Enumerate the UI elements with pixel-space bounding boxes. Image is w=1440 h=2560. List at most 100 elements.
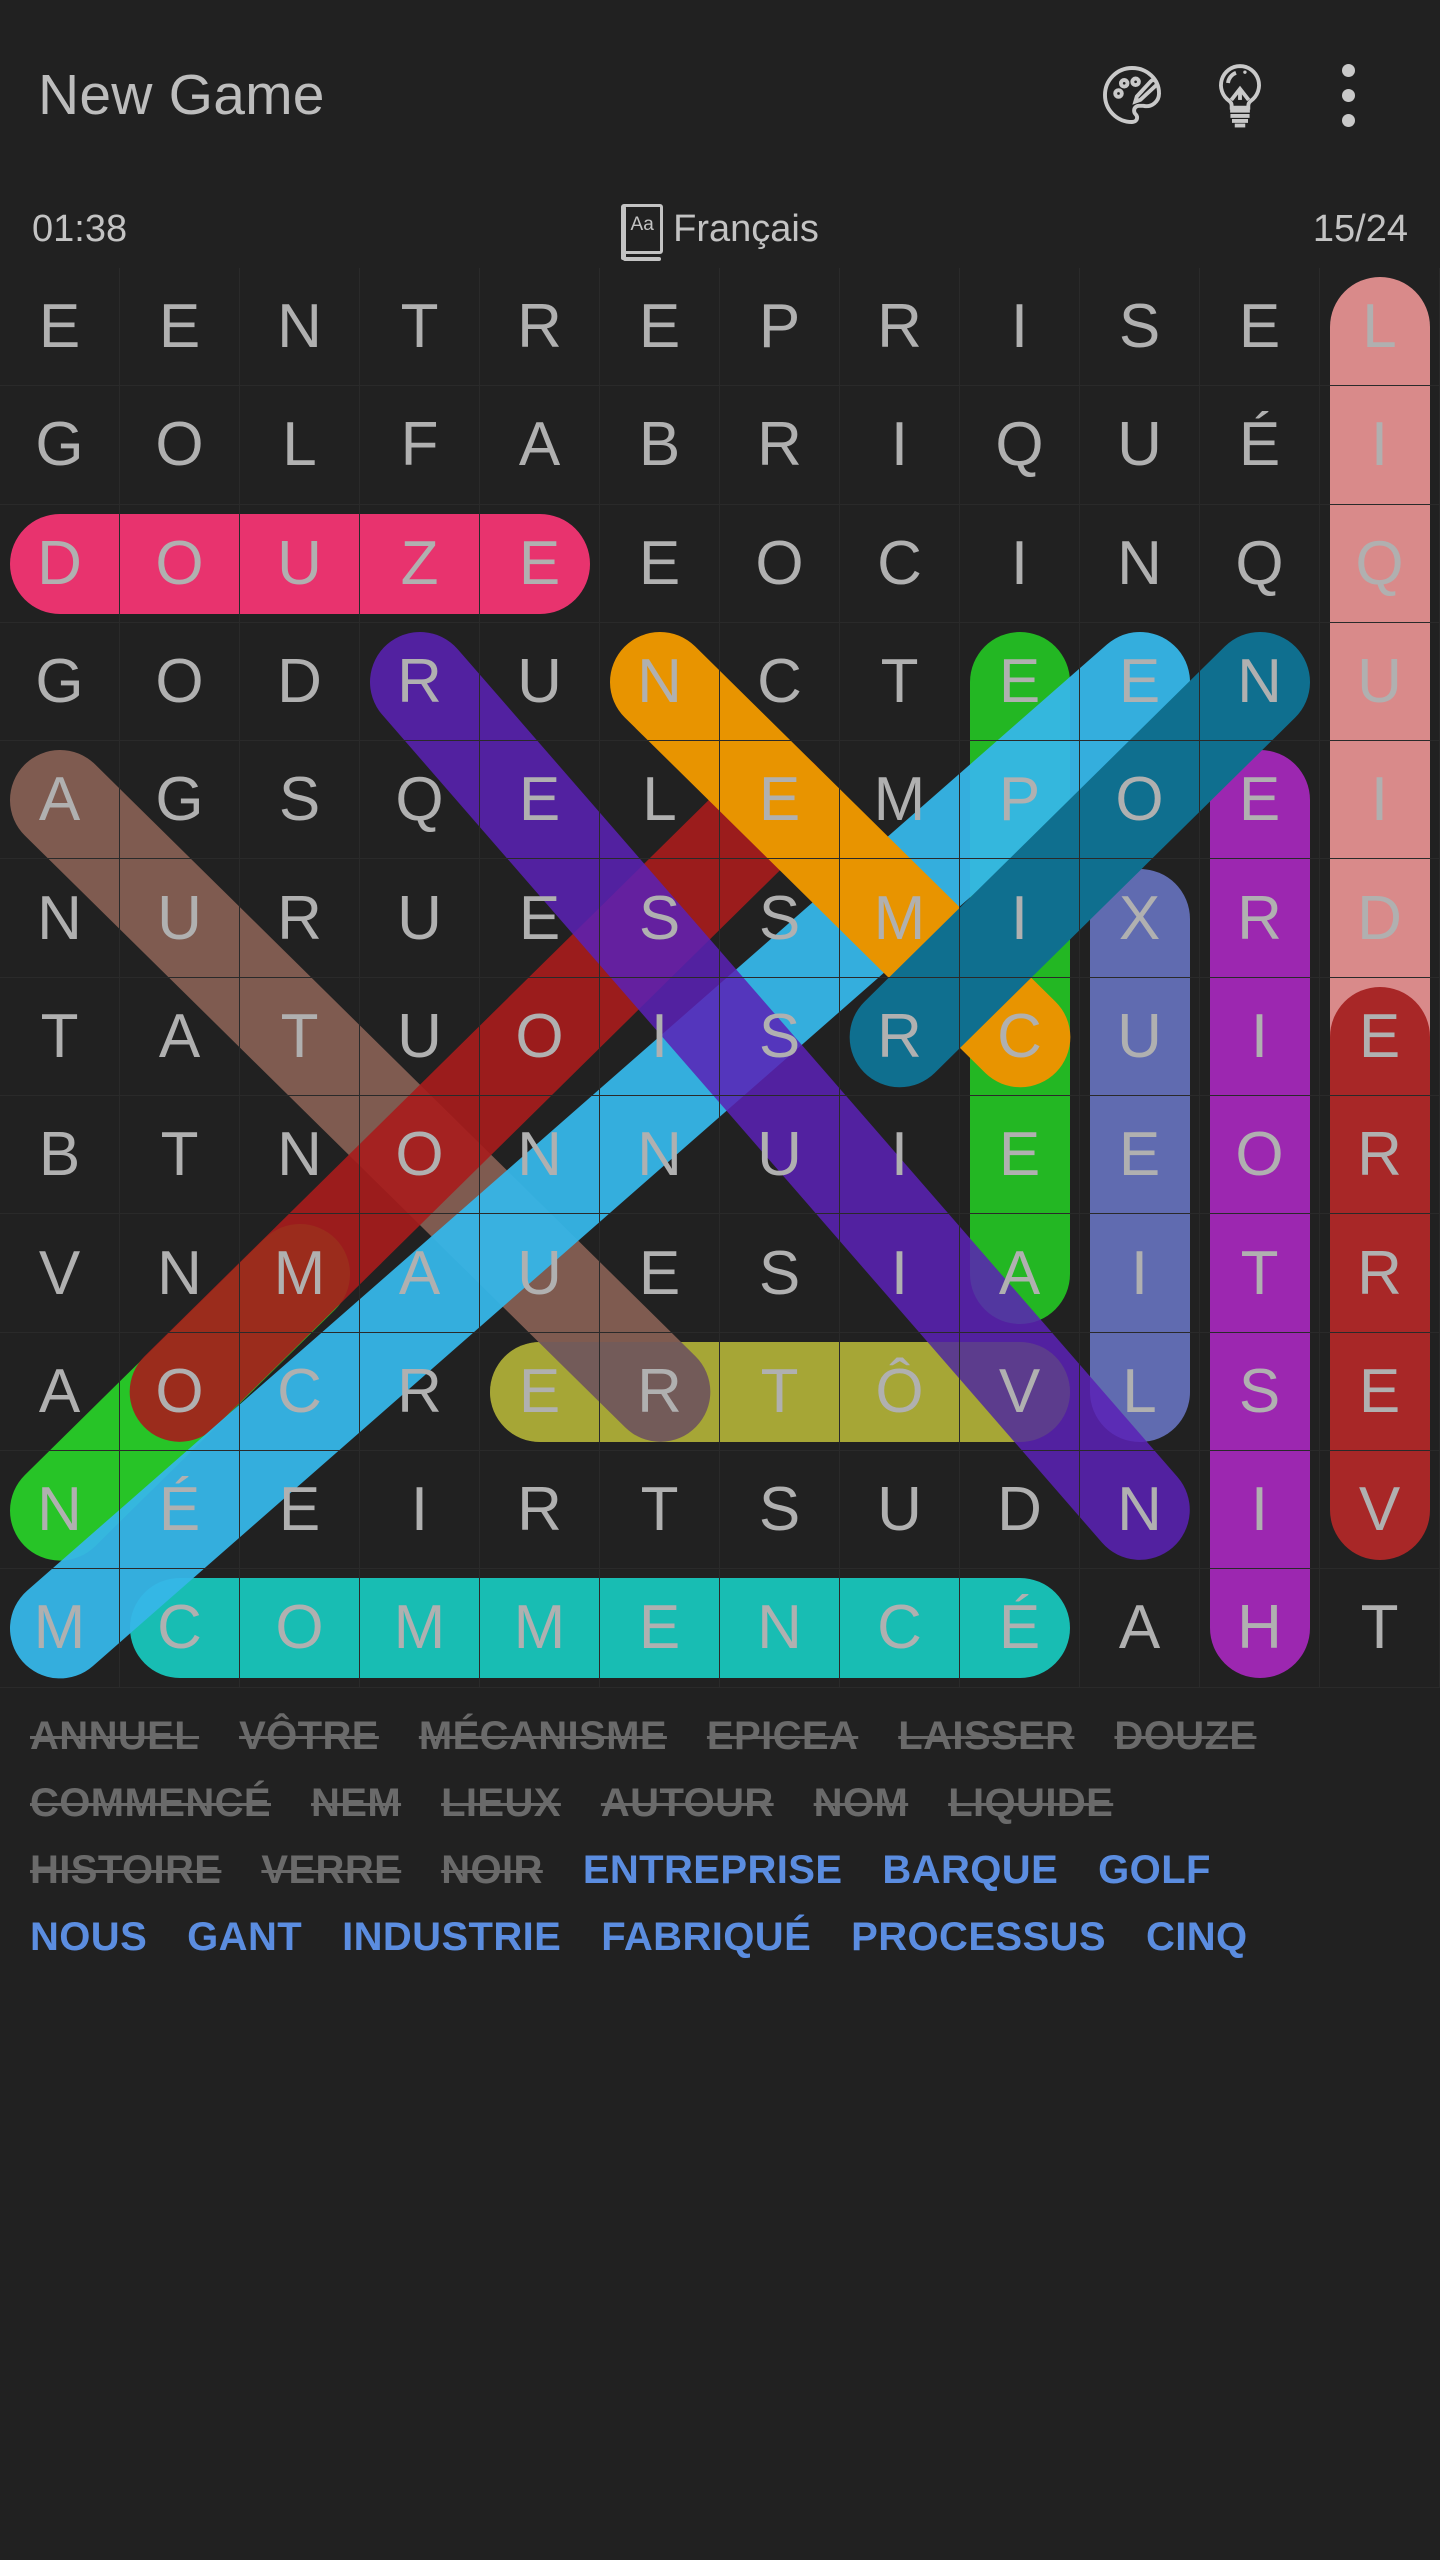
- grid-cell[interactable]: R: [840, 268, 960, 387]
- grid-cell[interactable]: O: [360, 1096, 480, 1215]
- grid-cell[interactable]: P: [960, 741, 1080, 860]
- grid-cell[interactable]: É: [120, 1450, 240, 1570]
- grid-cell[interactable]: G: [0, 622, 120, 742]
- grid-cell[interactable]: U: [1320, 622, 1440, 742]
- overflow-menu-button[interactable]: [1294, 41, 1402, 149]
- grid-cell[interactable]: Q: [360, 741, 480, 860]
- grid-cell[interactable]: S: [720, 977, 840, 1097]
- grid-cell[interactable]: U: [120, 859, 240, 978]
- grid-cell[interactable]: I: [1080, 1214, 1200, 1333]
- grid-cell[interactable]: O: [120, 504, 240, 623]
- grid-cell[interactable]: D: [1320, 859, 1440, 978]
- grid-cell[interactable]: V: [0, 1214, 120, 1333]
- grid-cell[interactable]: A: [1080, 1569, 1200, 1688]
- grid-cell[interactable]: O: [480, 977, 600, 1097]
- word-found[interactable]: LIQUIDE: [948, 1781, 1113, 1826]
- grid-cell[interactable]: T: [1320, 1569, 1440, 1688]
- grid-cell[interactable]: C: [240, 1332, 360, 1451]
- grid-cell[interactable]: E: [720, 741, 840, 860]
- word-found[interactable]: HISTOIRE: [30, 1848, 221, 1893]
- word-found[interactable]: MÉCANISME: [419, 1714, 667, 1759]
- grid-cell[interactable]: B: [600, 386, 720, 505]
- grid-cell[interactable]: É: [1200, 386, 1320, 505]
- grid-cell[interactable]: S: [720, 859, 840, 978]
- grid-cell[interactable]: G: [0, 386, 120, 505]
- letter-cells[interactable]: EENTREPRISELGOLFABRIQUÉIDOUZEEOCINQQGODR…: [0, 268, 1440, 1688]
- grid-cell[interactable]: E: [1200, 268, 1320, 387]
- word-found[interactable]: NOM: [814, 1781, 909, 1826]
- grid-cell[interactable]: E: [1200, 741, 1320, 860]
- grid-cell[interactable]: I: [360, 1450, 480, 1570]
- grid-cell[interactable]: D: [240, 622, 360, 742]
- grid-cell[interactable]: M: [0, 1569, 120, 1688]
- language-selector[interactable]: Aa Français: [127, 204, 1313, 261]
- grid-cell[interactable]: I: [1320, 386, 1440, 505]
- word-pending[interactable]: FABRIQUÉ: [601, 1915, 811, 1960]
- grid-cell[interactable]: I: [840, 1214, 960, 1333]
- grid-cell[interactable]: E: [600, 504, 720, 623]
- grid-cell[interactable]: O: [720, 504, 840, 623]
- grid-cell[interactable]: I: [960, 859, 1080, 978]
- grid-cell[interactable]: U: [480, 1214, 600, 1333]
- grid-cell[interactable]: Ô: [840, 1332, 960, 1451]
- grid-cell[interactable]: N: [600, 1096, 720, 1215]
- grid-cell[interactable]: S: [720, 1214, 840, 1333]
- word-list[interactable]: ANNUEL VÔTRE MÉCANISME EPICEA LAISSER DOUZE CO…: [0, 1688, 1440, 1960]
- word-found[interactable]: VÔTRE: [239, 1714, 379, 1759]
- grid-cell[interactable]: L: [1320, 268, 1440, 387]
- grid-cell[interactable]: N: [1080, 504, 1200, 623]
- word-pending[interactable]: GANT: [187, 1915, 302, 1960]
- grid-cell[interactable]: Q: [960, 386, 1080, 505]
- grid-cell[interactable]: E: [0, 268, 120, 387]
- grid-cell[interactable]: R: [720, 386, 840, 505]
- grid-cell[interactable]: E: [1320, 977, 1440, 1097]
- grid-cell[interactable]: I: [960, 504, 1080, 623]
- grid-cell[interactable]: L: [240, 386, 360, 505]
- grid-cell[interactable]: N: [240, 1096, 360, 1215]
- grid-cell[interactable]: E: [1080, 622, 1200, 742]
- grid-cell[interactable]: R: [1320, 1214, 1440, 1333]
- grid-cell[interactable]: R: [480, 1450, 600, 1570]
- grid-cell[interactable]: O: [120, 622, 240, 742]
- grid-cell[interactable]: D: [960, 1450, 1080, 1570]
- grid-cell[interactable]: F: [360, 386, 480, 505]
- grid-cell[interactable]: E: [1080, 1096, 1200, 1215]
- grid-cell[interactable]: R: [1200, 859, 1320, 978]
- grid-cell[interactable]: I: [600, 977, 720, 1097]
- grid-cell[interactable]: A: [480, 386, 600, 505]
- grid-cell[interactable]: M: [240, 1214, 360, 1333]
- grid-cell[interactable]: V: [1320, 1450, 1440, 1570]
- grid-cell[interactable]: A: [120, 977, 240, 1097]
- grid-cell[interactable]: U: [1080, 386, 1200, 505]
- grid-cell[interactable]: E: [480, 741, 600, 860]
- grid-cell[interactable]: O: [1080, 741, 1200, 860]
- grid-cell[interactable]: M: [480, 1569, 600, 1688]
- word-found[interactable]: LIEUX: [441, 1781, 561, 1826]
- grid-cell[interactable]: M: [840, 859, 960, 978]
- grid-cell[interactable]: U: [360, 859, 480, 978]
- word-found[interactable]: NEM: [311, 1781, 401, 1826]
- grid-cell[interactable]: R: [240, 859, 360, 978]
- word-found[interactable]: COMMENCÉ: [30, 1781, 271, 1826]
- grid-cell[interactable]: A: [960, 1214, 1080, 1333]
- grid-cell[interactable]: C: [840, 1569, 960, 1688]
- grid-cell[interactable]: T: [240, 977, 360, 1097]
- grid-cell[interactable]: D: [0, 504, 120, 623]
- grid-cell[interactable]: E: [600, 268, 720, 387]
- grid-cell[interactable]: P: [720, 268, 840, 387]
- grid-cell[interactable]: E: [1320, 1332, 1440, 1451]
- grid-cell[interactable]: C: [960, 977, 1080, 1097]
- grid-cell[interactable]: G: [120, 741, 240, 860]
- hint-lightbulb-button[interactable]: [1186, 41, 1294, 149]
- word-pending[interactable]: PROCESSUS: [851, 1915, 1106, 1960]
- grid-cell[interactable]: X: [1080, 859, 1200, 978]
- grid-cell[interactable]: O: [240, 1569, 360, 1688]
- grid-cell[interactable]: T: [0, 977, 120, 1097]
- grid-cell[interactable]: E: [600, 1214, 720, 1333]
- grid-cell[interactable]: E: [960, 622, 1080, 742]
- grid-cell[interactable]: N: [240, 268, 360, 387]
- grid-cell[interactable]: R: [1320, 1096, 1440, 1215]
- grid-cell[interactable]: S: [1080, 268, 1200, 387]
- grid-cell[interactable]: N: [480, 1096, 600, 1215]
- word-found[interactable]: DOUZE: [1114, 1714, 1256, 1759]
